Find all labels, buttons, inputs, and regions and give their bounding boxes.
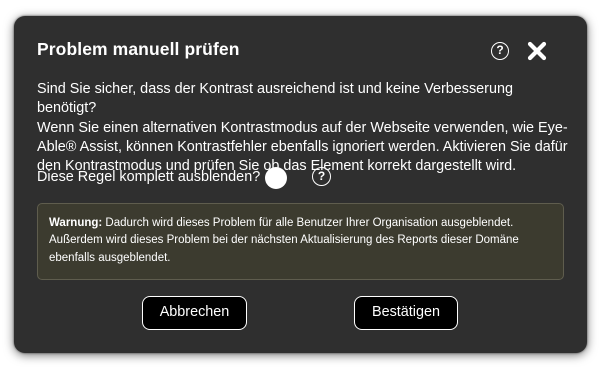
- rule-help-icon[interactable]: ?: [312, 167, 331, 186]
- hide-rule-toggle[interactable]: [265, 167, 287, 189]
- hide-rule-label: Diese Regel komplett ausblenden?: [37, 169, 261, 185]
- close-icon[interactable]: [526, 40, 548, 62]
- help-icon[interactable]: ?: [491, 42, 509, 60]
- cancel-button[interactable]: Abbrechen: [142, 296, 247, 330]
- message-line: Wenn Sie einen alternativen Kontrastmodu…: [37, 119, 568, 136]
- dialog-title: Problem manuell prüfen: [37, 39, 240, 59]
- warning-line: Außerdem wird dieses Problem bei der näc…: [49, 234, 519, 247]
- warning-text: Dadurch wird dieses Problem für alle Ben…: [102, 217, 514, 229]
- confirm-button[interactable]: Bestätigen: [354, 296, 458, 330]
- warning-box: Warnung: Dadurch wird dieses Problem für…: [37, 203, 564, 280]
- warning-label: Warnung:: [49, 217, 103, 229]
- message-line: Sind Sie sicher, dass der Kontrast ausre…: [37, 81, 513, 117]
- warning-line: ebenfalls ausgeblendet.: [49, 251, 171, 264]
- hide-rule-row: Diese Regel komplett ausblenden? ?: [37, 166, 437, 190]
- close-x-icon: [527, 41, 547, 61]
- message-line: Able® Assist, können Kontrastfehler eben…: [37, 138, 568, 155]
- warning-line: Warnung: Dadurch wird dieses Problem für…: [49, 215, 551, 232]
- dialog: Problem manuell prüfen ? Sind Sie sicher…: [14, 16, 587, 353]
- dialog-message: Sind Sie sicher, dass der Kontrast ausre…: [37, 80, 572, 176]
